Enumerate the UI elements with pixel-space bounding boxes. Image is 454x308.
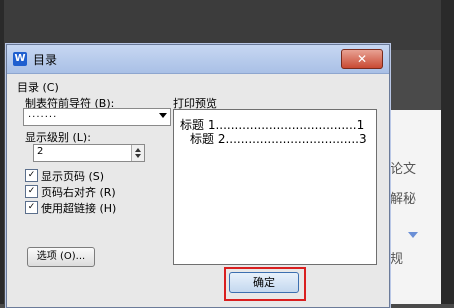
toc-dialog: W 目录 ✕ 目录 (C) 制表符前导符 (B): ....... 显示级别 (… (6, 44, 390, 308)
checkbox-label: 使用超链接 (H) (41, 202, 117, 215)
close-button[interactable]: ✕ (341, 49, 383, 69)
tab-leader-select[interactable]: ....... (23, 108, 171, 126)
checkbox-label: 显示页码 (S) (41, 170, 105, 183)
background-right-edge (441, 0, 454, 304)
close-icon: ✕ (356, 52, 368, 66)
background-text-fragment: 规 (390, 252, 404, 267)
background-app-window (0, 0, 454, 50)
chevron-down-icon (159, 113, 167, 118)
stepper-down-icon[interactable] (135, 154, 141, 158)
stepper-up-icon[interactable] (135, 148, 141, 152)
background-text-fragment: 解秘 (390, 192, 417, 207)
options-button[interactable]: 选项 (O)... (27, 247, 95, 267)
print-preview-box: 标题 1....................................… (173, 109, 377, 265)
checkbox-check-icon[interactable]: ✓ (25, 201, 38, 214)
wps-app-icon: W (13, 52, 27, 66)
checkbox-check-icon[interactable]: ✓ (25, 169, 38, 182)
checkbox-check-icon[interactable]: ✓ (25, 185, 38, 198)
background-text-fragment: 论文 (390, 162, 417, 177)
background-left-edge (0, 0, 4, 304)
background-dropdown-icon (408, 232, 418, 238)
stepper-buttons[interactable] (131, 145, 144, 161)
checkbox-label: 页码右对齐 (R) (41, 186, 116, 199)
toc-preview-line: 标题 2...................................3 (190, 132, 367, 146)
tab-leader-value: ....... (28, 109, 58, 120)
ok-button[interactable]: 确定 (229, 272, 299, 293)
toc-group-label: 目录 (C) (17, 81, 59, 94)
levels-label: 显示级别 (L): (25, 131, 91, 144)
levels-value: 2 (37, 146, 44, 157)
dialog-titlebar[interactable]: W 目录 ✕ (7, 45, 389, 74)
levels-stepper[interactable]: 2 (33, 144, 145, 162)
dialog-title: 目录 (33, 53, 58, 67)
